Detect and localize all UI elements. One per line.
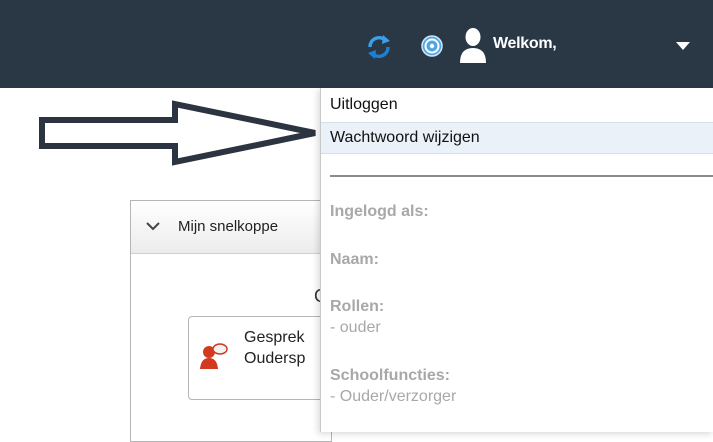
name-label: Naam: xyxy=(330,251,379,268)
school-functions-value: - Ouder/verzorger xyxy=(330,388,457,405)
logged-in-label: Ingelogd als: xyxy=(330,203,429,220)
top-bar: Welkom, xyxy=(0,0,713,88)
caret-down-icon[interactable] xyxy=(676,42,690,50)
school-functions-label: Schoolfuncties: xyxy=(330,367,451,384)
menu-item-logout[interactable]: Uitloggen xyxy=(321,90,713,120)
refresh-icon[interactable] xyxy=(366,34,392,60)
help-icon[interactable] xyxy=(421,35,443,57)
chevron-down-icon[interactable] xyxy=(146,221,160,231)
roles-value: - ouder xyxy=(330,319,381,336)
menu-item-change-password[interactable]: Wachtwoord wijzigen xyxy=(321,122,713,154)
shortcuts-panel-title: Mijn snelkoppe xyxy=(178,218,279,235)
menu-divider xyxy=(330,175,713,177)
menu-item-label: Wachtwoord wijzigen xyxy=(330,129,480,146)
pointer-arrow xyxy=(39,100,316,166)
roles-label: Rollen: xyxy=(330,298,385,315)
welcome-text[interactable]: Welkom, xyxy=(493,35,557,53)
shortcut-tile-line2: Oudersp xyxy=(244,350,306,367)
shortcut-tile-line1: Gesprek xyxy=(244,329,305,346)
user-dropdown-menu: Uitloggen Wachtwoord wijzigen Ingelogd a… xyxy=(320,88,713,432)
shortcuts-panel: Mijn snelkoppe G Gesprek Oudersp xyxy=(130,200,350,442)
conversation-icon xyxy=(200,343,228,369)
user-icon[interactable] xyxy=(459,27,487,63)
shortcuts-panel-header[interactable]: Mijn snelkoppe xyxy=(131,201,331,254)
menu-item-label: Uitloggen xyxy=(330,96,398,113)
